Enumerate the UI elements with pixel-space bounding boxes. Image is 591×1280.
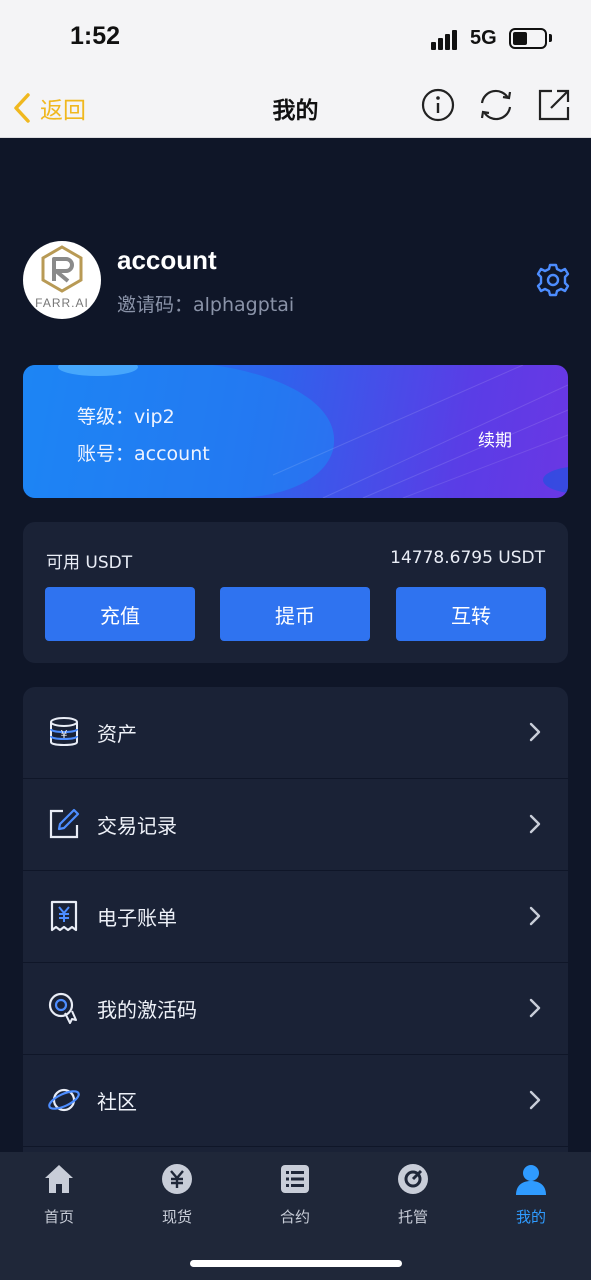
tab-label-mine: 我的 [515,1208,546,1226]
menu-label-e-bill: 电子账单 [97,906,177,930]
info-button[interactable] [419,86,457,124]
chevron-right-icon [527,720,543,744]
list-icon [278,1162,312,1196]
balance-label: 可用 USDT [46,553,133,573]
signal-icon [431,28,463,50]
menu-item-activation-code[interactable]: 我的激活码 [23,963,568,1055]
settings-button[interactable] [536,263,570,297]
share-button[interactable] [535,86,573,124]
chevron-right-icon [527,1088,543,1112]
activation-code-icon [47,991,81,1025]
menu-list: ¥ 资产 交易记录 电子账单 我的激活码 社区 [23,687,568,1157]
nav-bar: 返回 我的 [0,78,591,138]
menu-label-activation-code: 我的激活码 [97,998,197,1022]
menu-label-assets: 资产 [97,722,137,746]
home-indicator [190,1260,402,1267]
tab-contract[interactable]: 合约 [236,1162,354,1242]
status-time: 1:52 [70,22,121,50]
balance-value: 14778.6795 USDT [390,548,545,568]
farr-logo-icon: FARR.AI [35,245,89,310]
tab-label-contract: 合约 [279,1208,310,1226]
menu-item-assets[interactable]: ¥ 资产 [23,687,568,779]
svg-text:¥: ¥ [61,728,68,741]
coins-stack-icon: ¥ [47,715,81,749]
vip-level: 等级：vip2 [77,406,175,428]
deposit-button[interactable]: 充值 [45,587,195,641]
menu-item-community[interactable]: 社区 [23,1055,568,1147]
network-label: 5G [470,27,497,49]
receipt-icon [47,899,81,933]
withdraw-button[interactable]: 提币 [220,587,370,641]
balance-card: 可用 USDT 14778.6795 USDT 充值 提币 互转 [23,522,568,663]
custody-icon [396,1162,430,1196]
planet-icon [47,1083,81,1117]
tab-mine[interactable]: 我的 [472,1162,590,1242]
info-icon [421,88,455,122]
battery-tip [549,34,552,42]
chevron-right-icon [527,996,543,1020]
vip-card: 等级：vip2 账号：account 续期 [23,365,568,498]
vip-account: 账号：account [77,443,210,465]
transfer-button[interactable]: 互转 [396,587,546,641]
menu-item-trade-records[interactable]: 交易记录 [23,779,568,871]
home-icon [42,1162,76,1196]
menu-label-community: 社区 [97,1090,137,1114]
share-icon [538,89,570,121]
invite-code[interactable]: 邀请码：alphagptai [117,290,294,317]
svg-text:FARR.AI: FARR.AI [35,296,89,310]
refresh-icon [480,89,512,121]
refresh-button[interactable] [477,86,515,124]
menu-item-e-bill[interactable]: 电子账单 [23,871,568,963]
edit-icon [47,807,81,841]
chevron-right-icon [527,904,543,928]
tab-custody[interactable]: 托管 [354,1162,472,1242]
tab-label-custody: 托管 [397,1208,428,1226]
avatar[interactable]: FARR.AI [23,241,101,319]
renew-button[interactable]: 续期 [478,426,512,451]
username: account [117,245,217,275]
battery-icon [509,28,547,49]
tab-label-home: 首页 [43,1208,74,1226]
tab-home[interactable]: 首页 [0,1162,118,1242]
gear-icon [536,263,570,297]
tab-label-spot: 现货 [161,1208,192,1226]
tab-spot[interactable]: 现货 [118,1162,236,1242]
chevron-right-icon [527,812,543,836]
yen-coin-icon [160,1162,194,1196]
menu-label-trade-records: 交易记录 [97,814,177,838]
status-bar: 1:52 5G [0,0,591,78]
user-icon [514,1162,548,1196]
